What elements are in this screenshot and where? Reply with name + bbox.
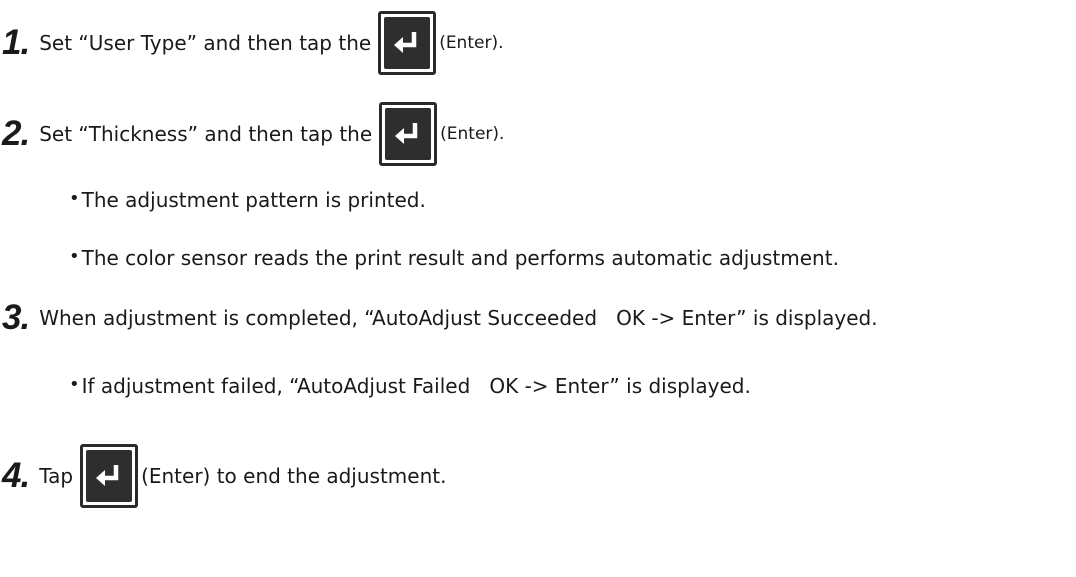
step-4: 4. Tap (Enter) to end the adjustment.: [0, 441, 446, 511]
step-number: 4.: [2, 456, 30, 495]
bullet-text: The adjustment pattern is printed.: [81, 188, 426, 212]
step-3: 3. When adjustment is completed, “AutoAd…: [0, 283, 878, 353]
enter-label: (Enter).: [439, 33, 504, 53]
bullet-item: • If adjustment failed, “AutoAdjust Fail…: [69, 371, 751, 401]
enter-key-icon: [378, 11, 437, 75]
bullet-icon: •: [69, 187, 80, 209]
bullet-icon: •: [69, 245, 80, 267]
bullet-text: The color sensor reads the print result …: [81, 246, 839, 270]
bullet-icon: •: [69, 373, 80, 395]
step-text: Set “Thickness” and then tap the: [39, 122, 373, 146]
step-text: Set “User Type” and then tap the: [39, 31, 372, 55]
enter-key-icon: [80, 444, 139, 508]
bullet-text: If adjustment failed, “AutoAdjust Failed…: [81, 374, 751, 398]
step-2: 2. Set “Thickness” and then tap the (Ent…: [0, 99, 504, 169]
enter-label: (Enter) to end the adjustment.: [141, 464, 447, 488]
step-1: 1. Set “User Type” and then tap the (Ent…: [0, 8, 504, 78]
step-number: 1.: [2, 23, 30, 62]
enter-key-icon: [379, 102, 438, 166]
step-text: When adjustment is completed, “AutoAdjus…: [39, 306, 878, 330]
step-number: 3.: [2, 298, 30, 337]
step-number: 2.: [2, 114, 30, 153]
step-text: Tap: [39, 464, 74, 488]
bullet-item: • The color sensor reads the print resul…: [69, 243, 839, 273]
bullet-item: • The adjustment pattern is printed.: [69, 185, 426, 215]
enter-label: (Enter).: [440, 124, 505, 144]
